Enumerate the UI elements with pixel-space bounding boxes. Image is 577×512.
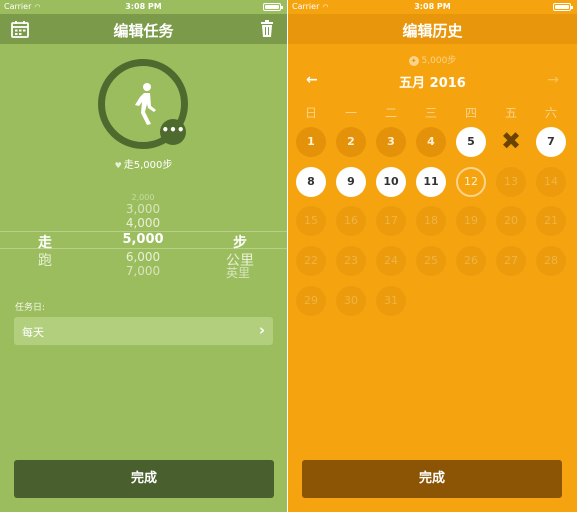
calendar-day[interactable]: 9	[336, 167, 366, 197]
status-time: 3:08 PM	[414, 2, 451, 11]
calendar-day[interactable]: 17	[376, 206, 406, 236]
task-days-row[interactable]: 每天 ›	[14, 317, 273, 345]
walking-person-icon: ✦	[408, 55, 419, 66]
calendar-day[interactable]: 13	[496, 167, 526, 197]
calendar-day[interactable]: 3	[376, 127, 406, 157]
calendar-day[interactable]: 24	[376, 246, 406, 276]
status-bar: Carrier ◠ 3:08 PM	[0, 0, 287, 14]
calendar-day[interactable]: 4	[416, 127, 446, 157]
calendar-day[interactable]: 30	[336, 286, 366, 316]
unit-picker-option[interactable]: 英里	[226, 264, 250, 281]
picker-number[interactable]: 7,000	[100, 264, 186, 278]
picker-number[interactable]: 4,000	[100, 216, 186, 230]
activity-picker-option[interactable]: 跑	[38, 250, 52, 270]
month-header: ← 五月 2016 →	[288, 72, 577, 91]
calendar-day[interactable]: 26	[456, 246, 486, 276]
calendar-day[interactable]: 25	[416, 246, 446, 276]
calendar-day[interactable]: 21	[536, 206, 566, 236]
picker-number[interactable]: 3,000	[100, 202, 186, 216]
status-bar: Carrier ◠ 3:08 PM	[288, 0, 577, 14]
heart-icon: ♥	[114, 161, 122, 170]
trash-icon[interactable]	[257, 19, 277, 39]
chevron-right-icon: ›	[258, 321, 265, 339]
calendar-day[interactable]: 22	[296, 246, 326, 276]
nav-bar: 编辑任务	[0, 14, 287, 44]
weekday-label: 二	[384, 106, 397, 120]
weekday-label: 日	[304, 106, 317, 120]
weekday-label: 六	[544, 106, 557, 120]
task-days-value: 每天	[22, 326, 44, 339]
edit-task-screen: Carrier◠ 3:08 PM 编辑任务 ••• ♥走5,000步 2,0	[0, 0, 287, 512]
weekday-label: 五	[504, 106, 517, 120]
battery-icon	[263, 3, 283, 11]
edit-history-screen: Carrier ◠ 3:08 PM 编辑历史 ✦ 5,000步 ← 五月 2016…	[288, 0, 577, 512]
calendar-day[interactable]: 31	[376, 286, 406, 316]
calendar-day[interactable]: 11	[416, 167, 446, 197]
calendar-day[interactable]: 19	[456, 206, 486, 236]
weekday-label: 三	[424, 106, 437, 120]
calendar-day[interactable]: 7	[536, 127, 566, 157]
calendar-day[interactable]: 20	[496, 206, 526, 236]
more-options-button[interactable]: •••	[160, 119, 186, 145]
calendar-day[interactable]: 28	[536, 246, 566, 276]
month-label: 五月 2016	[399, 76, 466, 91]
picker-number-selected[interactable]: 5,000	[100, 232, 186, 247]
next-month-arrow-icon[interactable]: →	[547, 72, 559, 88]
calendar-day[interactable]: 27	[496, 246, 526, 276]
status-time: 3:08 PM	[125, 2, 162, 11]
calendar-day[interactable]: 18	[416, 206, 446, 236]
calendar-day[interactable]: 5	[456, 127, 486, 157]
nav-bar: 编辑历史	[288, 14, 577, 44]
activity-picker-selected[interactable]: 走	[38, 232, 52, 252]
calendar-day[interactable]: 16	[336, 206, 366, 236]
goal-summary: ♥ 走5,000步	[114, 160, 173, 171]
calendar-day[interactable]: 14	[536, 167, 566, 197]
weekday-label: 一	[344, 106, 357, 120]
calendar-day[interactable]: 15	[296, 206, 326, 236]
calendar-day[interactable]: 1	[296, 127, 326, 157]
done-button[interactable]: 完成	[14, 460, 274, 498]
page-title: 编辑历史	[402, 22, 463, 40]
missed-day-x-icon[interactable]: ✖	[496, 127, 526, 157]
calendar-day[interactable]: 8	[296, 167, 326, 197]
weekday-label: 四	[464, 106, 477, 120]
battery-icon	[553, 3, 573, 11]
picker-number-faint[interactable]: 2,000	[100, 193, 186, 202]
picker-number[interactable]: 6,000	[100, 250, 186, 264]
calendar-day[interactable]: 10	[376, 167, 406, 197]
unit-picker-selected[interactable]: 步	[233, 232, 247, 252]
calendar-day[interactable]: 12	[456, 167, 486, 197]
goal-subtitle: ✦ 5,000步	[288, 53, 577, 66]
calendar-day[interactable]: 2	[336, 127, 366, 157]
calendar-day[interactable]: 23	[336, 246, 366, 276]
done-button[interactable]: 完成	[302, 460, 562, 498]
walking-person-icon	[135, 83, 156, 125]
calendar-day[interactable]: 29	[296, 286, 326, 316]
task-days-label: 任务日:	[15, 303, 46, 313]
page-title: 编辑任务	[113, 22, 174, 40]
